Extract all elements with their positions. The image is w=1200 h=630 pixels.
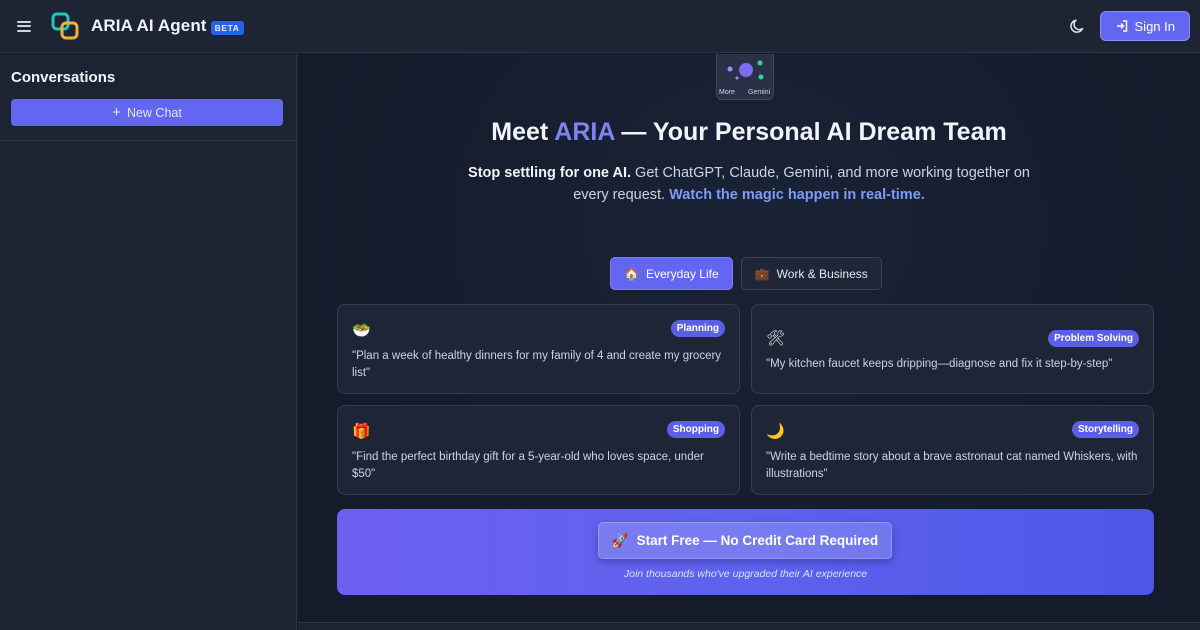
- model-label-gemini: Gemini: [748, 89, 771, 96]
- sidebar-divider: [0, 140, 296, 141]
- prompt-text: "Write a bedtime story about a brave ast…: [766, 451, 1138, 480]
- prompt-text: "Find the perfect birthday gift for a 5-…: [352, 451, 704, 480]
- sign-in-icon: [1116, 20, 1127, 32]
- hero-subtitle-bold: Stop settling for one AI.: [468, 165, 632, 181]
- tab-work-business[interactable]: 💼 Work & Business: [740, 257, 882, 290]
- hero-title-suffix: — Your Personal AI Dream Team: [614, 118, 1007, 146]
- sidebar-title: Conversations: [11, 69, 116, 86]
- tab-label: Work & Business: [776, 266, 868, 281]
- plus-icon: +: [112, 104, 121, 121]
- prompt-card[interactable]: 🛠 Problem Solving "My kitchen faucet kee…: [751, 304, 1154, 394]
- prompt-card[interactable]: 🥗 Planning "Plan a week of healthy dinne…: [337, 304, 740, 394]
- new-chat-button[interactable]: + New Chat: [11, 99, 283, 126]
- cta-banner: 🚀 Start Free — No Credit Card Required J…: [337, 509, 1154, 595]
- sign-in-label: Sign In: [1134, 18, 1175, 34]
- new-chat-label: New Chat: [126, 105, 182, 120]
- moon-icon: 🌙: [766, 423, 785, 440]
- sidebar: Conversations + New Chat: [0, 54, 297, 630]
- main-content: More Gemini Meet ARIA — Your Personal AI…: [298, 54, 1200, 624]
- aria-logo-icon: [50, 11, 80, 41]
- hero-title-prefix: Meet: [491, 118, 555, 146]
- hero-subtitle: Stop settling for one AI. Get ChatGPT, C…: [449, 162, 1049, 206]
- hero-title-accent: ARIA: [554, 118, 615, 146]
- category-tabs: 🏠 Everyday Life 💼 Work & Business: [610, 257, 882, 290]
- house-icon: 🏠: [624, 266, 639, 281]
- app-title: ARIA AI Agent: [91, 16, 207, 35]
- category-badge: Planning: [670, 320, 725, 337]
- prompt-card[interactable]: 🌙 Storytelling "Write a bedtime story ab…: [751, 405, 1154, 495]
- briefcase-icon: 💼: [754, 266, 770, 281]
- dark-mode-toggle-icon[interactable]: [1068, 16, 1088, 36]
- salad-icon: 🥗: [352, 322, 371, 339]
- hero-subtitle-link[interactable]: Watch the magic happen in real-time.: [669, 187, 925, 203]
- cta-note: Join thousands who've upgraded their AI …: [623, 568, 868, 580]
- rocket-icon: 🚀: [611, 532, 629, 548]
- bottom-bar: [298, 622, 1200, 630]
- tools-icon: 🛠: [766, 330, 786, 347]
- menu-icon[interactable]: [0, 0, 48, 53]
- prompt-text: "My kitchen faucet keeps dripping—diagno…: [766, 358, 1113, 370]
- model-label-more: More: [719, 89, 735, 96]
- ai-network-icon: [727, 60, 764, 80]
- start-free-label: Start Free — No Credit Card Required: [636, 533, 879, 548]
- top-bar: ARIA AI Agent BETA Sign In: [0, 0, 1200, 53]
- beta-badge: BETA: [210, 20, 244, 35]
- category-badge: Problem Solving: [1048, 330, 1139, 347]
- prompt-card[interactable]: 🎁 Shopping "Find the perfect birthday gi…: [337, 405, 740, 495]
- category-badge: Shopping: [666, 421, 725, 438]
- tab-label: Everyday Life: [645, 266, 719, 281]
- hero-title: Meet ARIA — Your Personal AI Dream Team: [298, 118, 1200, 147]
- gift-icon: 🎁: [352, 423, 371, 440]
- ai-models-visual: More Gemini: [716, 54, 774, 100]
- sign-in-button[interactable]: Sign In: [1099, 11, 1190, 41]
- category-badge: Storytelling: [1071, 421, 1139, 438]
- start-free-button[interactable]: 🚀 Start Free — No Credit Card Required: [598, 522, 892, 559]
- tab-everyday-life[interactable]: 🏠 Everyday Life: [610, 257, 733, 290]
- prompt-text: "Plan a week of healthy dinners for my f…: [352, 350, 722, 379]
